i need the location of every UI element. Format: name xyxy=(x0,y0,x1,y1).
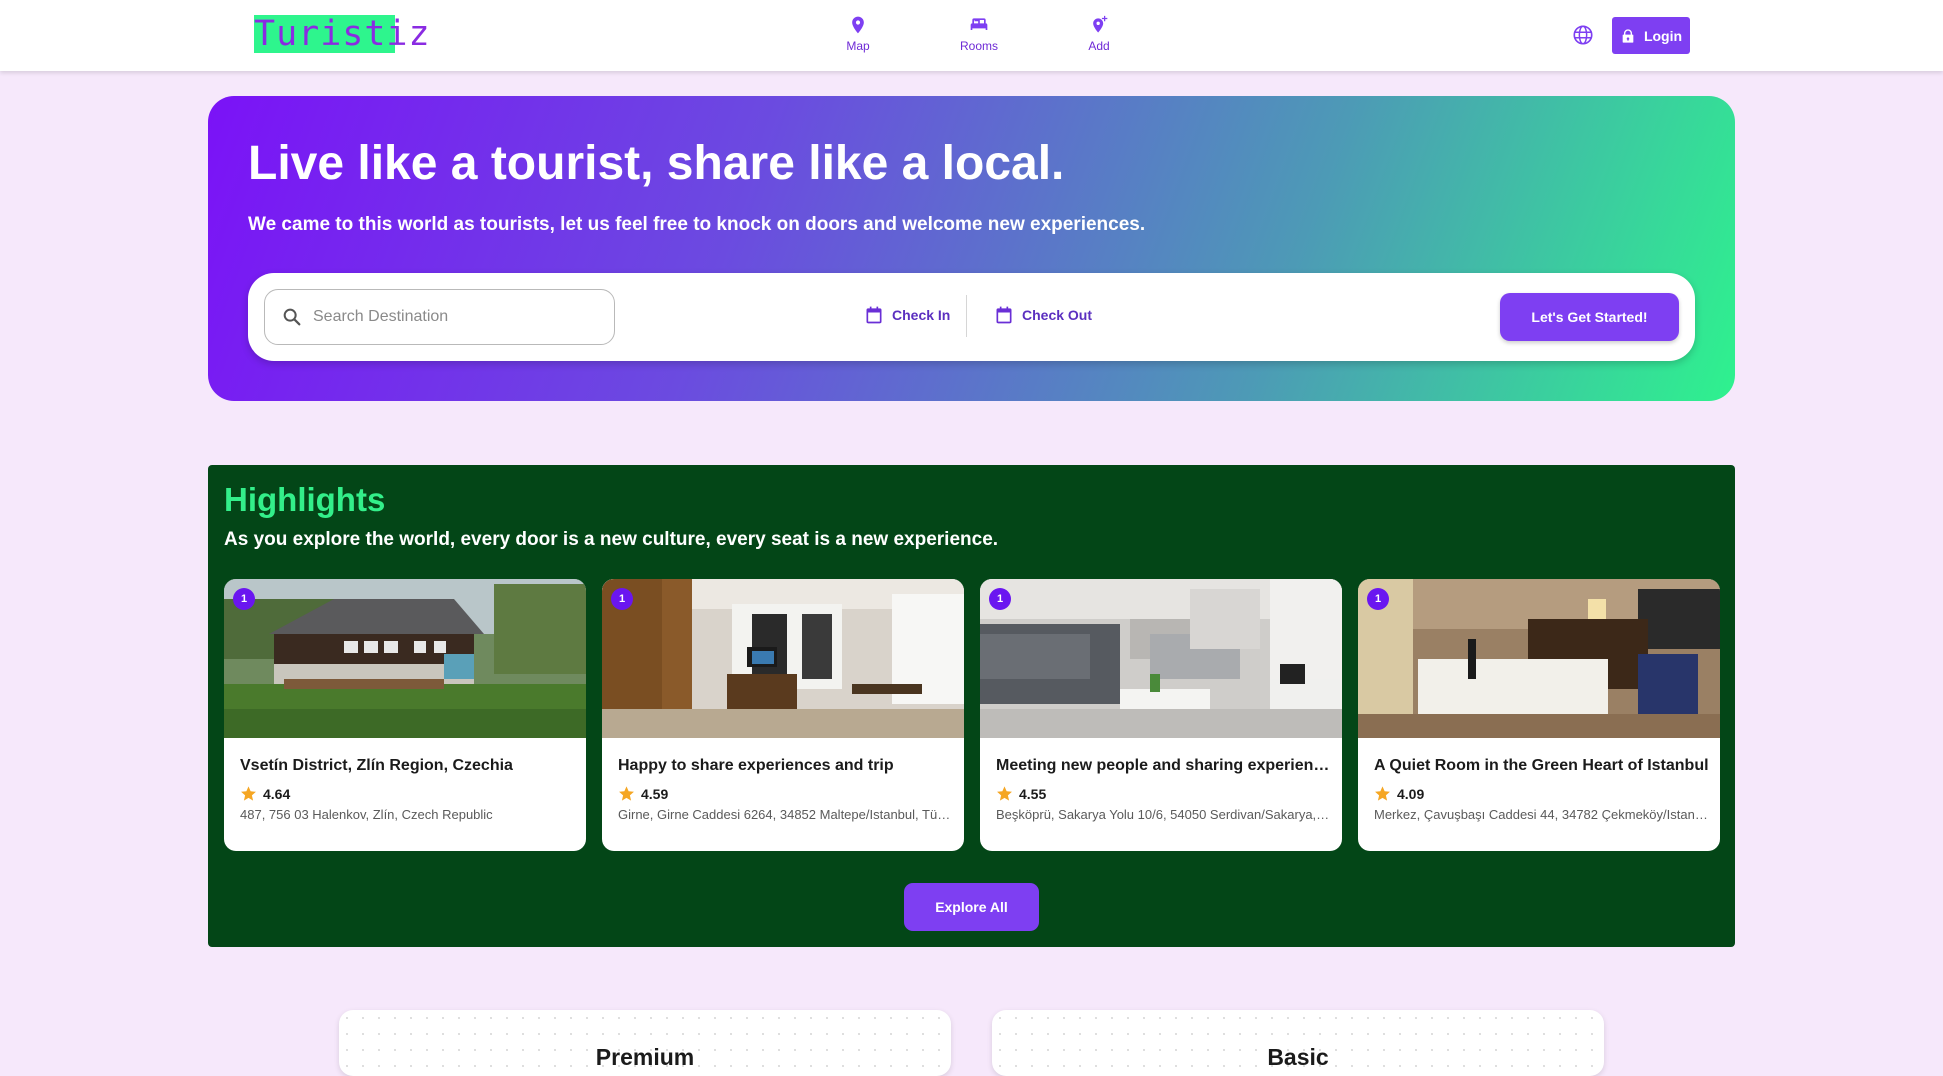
lock-icon xyxy=(1622,28,1634,43)
highlights-title: Highlights xyxy=(224,481,386,518)
listing-card[interactable]: 1 Meeting new people and sharing experie… xyxy=(980,579,1342,851)
date-divider xyxy=(966,295,967,337)
hero-subtitle: We came to this world as tourists, let u… xyxy=(248,214,1146,235)
listing-rating: 4.55 xyxy=(996,785,1046,802)
plan-card-basic[interactable]: Basic xyxy=(992,1010,1604,1076)
listing-rating-value: 4.64 xyxy=(263,785,291,802)
search-input[interactable] xyxy=(313,308,593,326)
check-out-label: Check Out xyxy=(1022,307,1093,323)
plan-title: Premium xyxy=(595,1044,695,1070)
hero-banner: Live like a tourist, share like a local.… xyxy=(208,96,1735,401)
search-destination-field[interactable] xyxy=(264,289,615,345)
check-out-button[interactable]: Check Out xyxy=(994,305,1092,325)
check-in-button[interactable]: Check In xyxy=(864,305,950,325)
listing-rating-value: 4.59 xyxy=(641,785,669,802)
listing-rating: 4.09 xyxy=(1374,785,1424,802)
listing-title: Vsetín District, Zlín Region, Czechia xyxy=(240,757,513,774)
search-icon xyxy=(283,308,301,326)
check-in-label: Check In xyxy=(892,307,951,323)
add-location-icon xyxy=(1093,15,1108,33)
listing-rating-value: 4.55 xyxy=(1019,785,1047,802)
listing-badge: 1 xyxy=(1367,588,1389,610)
globe-icon[interactable] xyxy=(1572,24,1594,46)
hero-title: Live like a tourist, share like a local. xyxy=(248,137,1065,190)
listing-photo xyxy=(602,579,964,738)
listing-address: 487, 756 03 Halenkov, Zlín, Czech Republ… xyxy=(240,807,493,822)
nav-item-rooms[interactable]: Rooms xyxy=(939,14,1019,53)
highlights-section: Highlights As you explore the world, eve… xyxy=(208,465,1735,947)
listing-address: Girne, Girne Caddesi 6264, 34852 Maltepe… xyxy=(618,807,953,822)
listing-card[interactable]: 1 Vsetín District, Zlín Region, Czechia … xyxy=(224,579,586,851)
get-started-button[interactable]: Let's Get Started! xyxy=(1500,293,1679,341)
listing-title: A Quiet Room in the Green Heart of Istan… xyxy=(1374,757,1709,774)
listing-card[interactable]: 1 A Quiet Room in the Green Heart of Ist… xyxy=(1358,579,1720,851)
highlights-subtitle: As you explore the world, every door is … xyxy=(224,529,999,550)
login-label: Login xyxy=(1643,27,1683,44)
nav-item-rooms-label: Rooms xyxy=(959,39,998,53)
listing-rating: 4.59 xyxy=(618,785,668,802)
plan-title: Basic xyxy=(1267,1044,1329,1070)
nav-item-add[interactable]: Add xyxy=(1059,14,1139,53)
listing-address: Beşköprü, Sakarya Yolu 10/6, 54050 Serdi… xyxy=(996,807,1331,822)
star-icon xyxy=(997,786,1012,801)
map-pin-icon xyxy=(852,16,864,34)
star-icon xyxy=(241,786,256,801)
explore-all-button[interactable]: Explore All xyxy=(904,883,1039,931)
listing-title: Meeting new people and sharing experienc… xyxy=(996,757,1331,774)
star-icon xyxy=(1375,786,1390,801)
calendar-icon xyxy=(996,306,1012,324)
top-navbar: Turistiz Map Rooms Add Login xyxy=(0,0,1943,71)
plan-card-premium[interactable]: Premium xyxy=(339,1010,951,1076)
bed-icon xyxy=(970,18,988,30)
login-button[interactable]: Login xyxy=(1612,17,1690,54)
listing-title: Happy to share experiences and trip xyxy=(618,757,894,774)
listing-rating: 4.64 xyxy=(240,785,290,802)
star-icon xyxy=(619,786,634,801)
listing-photo xyxy=(1358,579,1720,738)
listing-photo xyxy=(980,579,1342,738)
listing-photo xyxy=(224,579,586,738)
listing-card[interactable]: 1 Happy to share experiences and trip 4.… xyxy=(602,579,964,851)
listing-address: Merkez, Çavuşbaşı Caddesi 44, 34782 Çekm… xyxy=(1374,807,1709,822)
nav-item-map[interactable]: Map xyxy=(818,14,898,53)
nav-item-map-label: Map xyxy=(846,39,870,53)
nav-item-add-label: Add xyxy=(1088,39,1110,53)
listing-badge: 1 xyxy=(989,588,1011,610)
listing-rating-value: 4.09 xyxy=(1397,785,1425,802)
listing-badge: 1 xyxy=(233,588,255,610)
app-logo[interactable]: Turistiz xyxy=(254,15,430,53)
calendar-icon xyxy=(866,306,882,324)
listing-badge: 1 xyxy=(611,588,633,610)
search-bar: Check In Check Out Let's Get Started! xyxy=(248,273,1695,361)
